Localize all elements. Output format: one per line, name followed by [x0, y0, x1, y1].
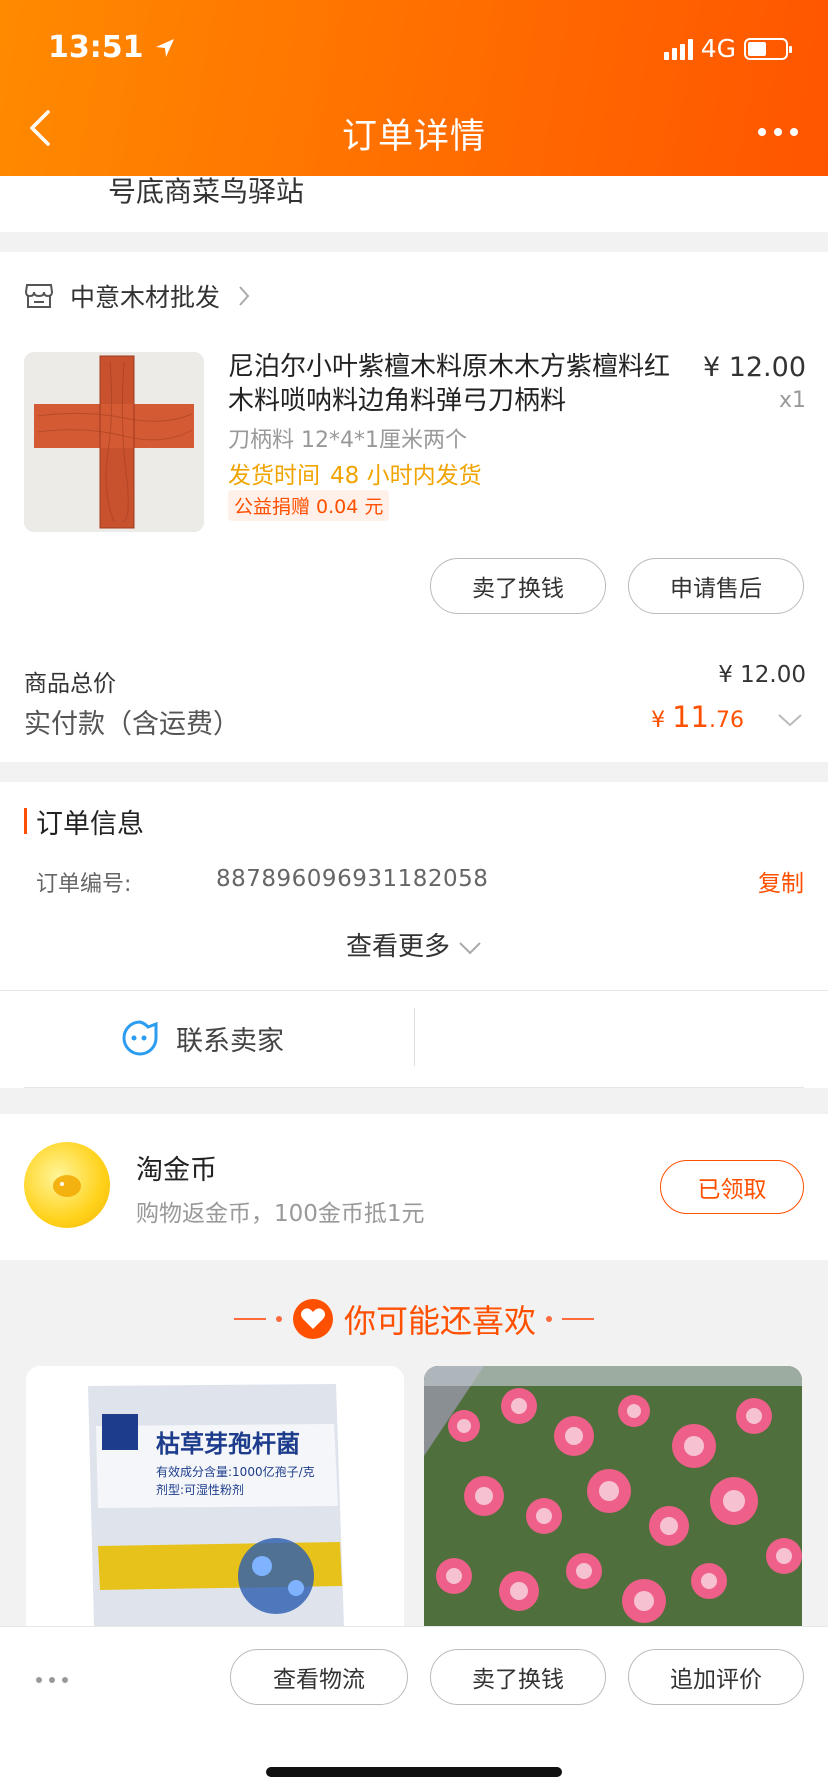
paid-currency: ¥ [651, 708, 673, 733]
claimed-button[interactable]: 已领取 [660, 1160, 804, 1214]
package-form-text: 剂型:可湿性粉剂 [156, 1482, 244, 1497]
copy-button[interactable]: 复制 [758, 864, 804, 898]
coin-subtitle: 购物返金币，100金币抵1元 [136, 1201, 425, 1227]
wood-pieces-image [24, 352, 204, 532]
decorative-line [233, 1318, 266, 1320]
product-sku: 刀柄料 12*4*1厘米两个 [228, 428, 467, 453]
sell-for-cash-bottom-button[interactable]: 卖了换钱 [430, 1649, 606, 1705]
chevron-right-icon [239, 286, 250, 306]
total-price-value: ¥ 12.00 [718, 662, 806, 688]
divider [24, 1087, 804, 1088]
store-icon [24, 284, 54, 308]
gold-coin-icon [24, 1142, 110, 1228]
network-label: 4G [700, 34, 736, 63]
shop-order-card: 中意木材批发 尼泊尔小叶紫檀木料原木木方紫檀料红木料唢呐料边角料弹弓刀柄料 ¥ … [0, 252, 828, 762]
contact-seller-label: 联系卖家 [176, 1025, 284, 1057]
view-logistics-button[interactable]: 查看物流 [230, 1649, 408, 1705]
status-time: 13:51 [48, 30, 176, 65]
view-more-label: 查看更多 [345, 932, 450, 962]
bacillus-package-image: 枯草芽孢杆菌 有效成分含量:1000亿孢子/克 剂型:可湿性粉剂 [26, 1366, 404, 1626]
heart-icon [292, 1299, 333, 1339]
vertical-divider [414, 1008, 415, 1066]
divider [0, 990, 828, 991]
home-indicator [266, 1767, 562, 1777]
shipping-time: 发货时间 48 小时内发货 [228, 456, 482, 490]
taobao-coin-card: 淘金币 购物返金币，100金币抵1元 已领取 [0, 1114, 828, 1260]
address-text: 号底商菜鸟驿站 [108, 175, 305, 208]
shipping-time-value: 48 小时内发货 [330, 463, 482, 489]
app-header: 13:51 4G 订单详情 [0, 0, 828, 176]
order-number-label: 订单编号: [36, 872, 132, 897]
more-actions-icon[interactable] [36, 1677, 68, 1683]
battery-icon [744, 37, 792, 60]
charity-badge: 公益捐赠 0.04 元 [228, 490, 390, 521]
product-quantity: x1 [778, 388, 806, 413]
section-accent-bar [24, 808, 27, 834]
package-ingredient-text: 有效成分含量:1000亿孢子/克 [156, 1464, 315, 1479]
after-sale-button[interactable]: 申请售后 [628, 558, 804, 614]
recommend-header: 你可能还喜欢 [0, 1296, 828, 1342]
roses-image [424, 1366, 802, 1626]
order-info-card: 订单信息 订单编号: 887896096931182058 复制 查看更多 联系… [0, 782, 828, 1088]
paid-amount-value: ¥ 11.76 [651, 700, 744, 734]
sell-for-cash-button[interactable]: 卖了换钱 [430, 558, 606, 614]
decorative-dot [275, 1316, 282, 1322]
chevron-down-icon[interactable] [776, 712, 804, 728]
more-options-icon[interactable] [758, 128, 798, 136]
bottom-action-bar: 查看物流 卖了换钱 追加评价 [0, 1626, 828, 1792]
order-number-value: 887896096931182058 [216, 866, 489, 892]
contact-seller-button[interactable]: 联系卖家 [120, 1018, 284, 1058]
decorative-line [562, 1318, 594, 1320]
add-review-button[interactable]: 追加评价 [628, 1649, 804, 1705]
product-price: ¥ 12.00 [702, 352, 806, 383]
order-info-title: 订单信息 [36, 809, 144, 840]
package-name-text: 枯草芽孢杆菌 [156, 1430, 300, 1458]
total-price-label: 商品总价 [24, 671, 116, 697]
view-more-button[interactable]: 查看更多 [0, 926, 828, 963]
recommend-product-1[interactable]: 枯草芽孢杆菌 有效成分含量:1000亿孢子/克 剂型:可湿性粉剂 [26, 1366, 404, 1626]
shipping-time-label: 发货时间 [228, 463, 320, 489]
product-title[interactable]: 尼泊尔小叶紫檀木料原木木方紫檀料红木料唢呐料边角料弹弓刀柄料 [228, 350, 688, 418]
paid-decimal: .76 [709, 708, 744, 733]
chevron-down-icon [459, 941, 481, 954]
chat-face-icon [122, 1020, 158, 1056]
shop-link[interactable]: 中意木材批发 [24, 278, 252, 314]
paid-amount-label: 实付款（含运费） [24, 709, 240, 740]
location-arrow-icon [155, 39, 174, 57]
shop-name: 中意木材批发 [70, 283, 221, 312]
status-time-text: 13:51 [48, 30, 144, 65]
paid-integer: 11 [672, 700, 709, 734]
recommend-product-2[interactable] [424, 1366, 802, 1626]
page-title: 订单详情 [341, 117, 486, 157]
address-card: 号底商菜鸟驿站 [0, 175, 828, 232]
decorative-dot [546, 1316, 552, 1322]
recommend-title: 你可能还喜欢 [343, 1302, 536, 1340]
status-indicators: 4G [663, 34, 792, 63]
coin-title: 淘金币 [136, 1155, 217, 1186]
product-thumbnail[interactable] [24, 352, 204, 532]
signal-icon [663, 38, 693, 60]
